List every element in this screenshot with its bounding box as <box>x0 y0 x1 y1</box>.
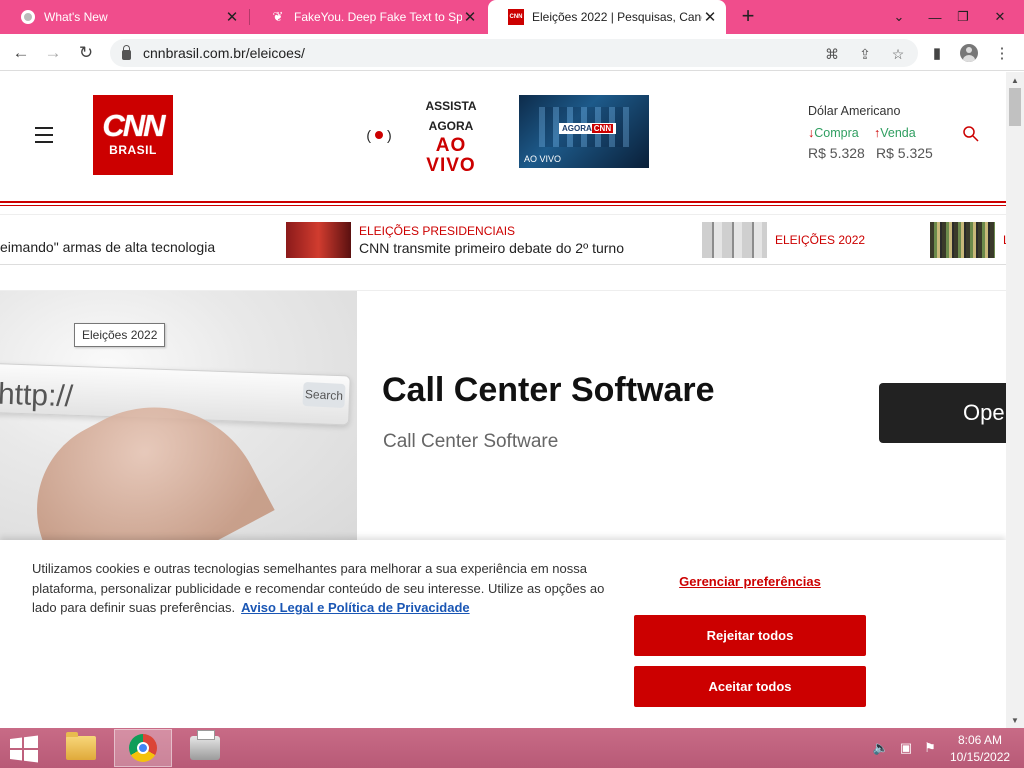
ticker-headline[interactable]: eimando" armas de alta tecnologia <box>0 239 215 255</box>
tooltip: Eleições 2022 <box>74 323 166 347</box>
windows-taskbar: 🔈 ▣ ⚑ 8:06 AM 10/15/2022 <box>0 728 1024 768</box>
bookmark-star-icon[interactable]: ☆ <box>888 44 908 64</box>
fakeyou-favicon-icon: ❦ <box>272 9 284 24</box>
live-line-4: VIVO <box>426 155 476 176</box>
logo-text: CNN <box>102 108 165 143</box>
close-tab-icon[interactable]: ✕ <box>224 9 240 26</box>
tab-eleicoes[interactable]: CNN Eleições 2022 | Pesquisas, Candidato… <box>488 0 726 34</box>
ad-image-text: http:// <box>0 377 74 414</box>
page-scrollbar[interactable]: ▲ ▼ <box>1006 72 1024 728</box>
folder-icon <box>66 732 96 760</box>
ticker-thumbnail[interactable] <box>930 222 995 258</box>
taskbar-fax[interactable] <box>176 729 234 767</box>
browser-tab-strip: What's New ✕ ❦ FakeYou. Deep Fake Text t… <box>0 0 1024 34</box>
clock-time[interactable]: 8:06 AM <box>950 733 1010 747</box>
header-divider <box>0 201 1006 203</box>
logo-subtext: BRASIL <box>109 143 157 157</box>
close-tab-icon[interactable]: ✕ <box>462 9 478 26</box>
live-line-1: ASSISTA <box>425 99 477 113</box>
taskbar-file-explorer[interactable] <box>52 729 110 767</box>
ticker-category[interactable]: ELEIÇÕES PRESIDENCIAIS <box>359 224 515 238</box>
sell-value: R$ 5.325 <box>876 145 933 161</box>
tab-whats-new[interactable]: What's New ✕ <box>0 0 248 34</box>
menu-kebab-icon[interactable]: ⋮ <box>989 40 1015 66</box>
lock-icon[interactable] <box>122 44 131 60</box>
clock-date[interactable]: 10/15/2022 <box>950 750 1010 764</box>
chrome-icon <box>129 734 157 762</box>
translate-icon[interactable]: ⌘ <box>822 44 842 64</box>
network-icon[interactable]: ▣ <box>898 740 914 755</box>
site-header: CNN BRASIL () ASSISTA AGORA AO VIVO AGOR… <box>0 72 1006 204</box>
windows-start-icon[interactable] <box>8 735 40 763</box>
ad-open-button[interactable]: Ope <box>879 383 1006 443</box>
fax-icon <box>190 730 220 760</box>
volume-muted-icon[interactable]: 🔈 <box>873 740 889 755</box>
ad-image[interactable]: http:// Search <box>0 291 357 541</box>
profile-avatar[interactable] <box>956 40 982 66</box>
ticker-thumbnail[interactable] <box>702 222 767 258</box>
ad-image-search-button: Search <box>302 381 346 409</box>
close-window-button[interactable]: ✕ <box>985 0 1015 34</box>
tab-title: FakeYou. Deep Fake Text to Speech <box>294 10 462 24</box>
live-video-thumbnail[interactable]: AGORA CNN AO VIVO <box>519 95 649 168</box>
browser-toolbar: ← → ↻ cnnbrasil.com.br/eleicoes/ ⌘ ⇪ ☆ ▮… <box>0 34 1024 71</box>
scroll-thumb[interactable] <box>1009 88 1021 126</box>
ticker-headline[interactable]: CNN transmite primeiro debate do 2º turn… <box>359 240 624 256</box>
cookie-text: Utilizamos cookies e outras tecnologias … <box>32 559 612 618</box>
cnn-favicon-icon: CNN <box>508 9 524 25</box>
action-center-flag-icon[interactable]: ⚑ <box>922 740 938 755</box>
taskbar-chrome[interactable] <box>114 729 172 767</box>
live-line-2: AGORA <box>428 119 474 133</box>
chrome-favicon-icon <box>20 9 36 25</box>
share-icon[interactable]: ⇪ <box>855 44 875 64</box>
forward-button[interactable]: → <box>40 40 66 66</box>
reject-all-button[interactable]: Rejeitar todos <box>634 615 866 656</box>
cookie-consent-banner: Utilizamos cookies e outras tecnologias … <box>0 540 1006 728</box>
reload-button[interactable]: ↻ <box>73 40 99 66</box>
accept-all-button[interactable]: Aceitar todos <box>634 666 866 707</box>
back-button[interactable]: ← <box>8 40 34 66</box>
ad-title[interactable]: Call Center Software <box>382 371 715 410</box>
watch-live-link[interactable]: ASSISTA AGORA AO VIVO <box>418 96 484 176</box>
live-thumb-label: AO VIVO <box>524 154 562 164</box>
privacy-policy-link[interactable]: Aviso Legal e Política de Privacidade <box>241 600 470 615</box>
ticker-thumbnail[interactable] <box>286 222 351 258</box>
minimize-button[interactable]: — <box>920 0 950 34</box>
currency-title: Dólar Americano <box>808 104 901 118</box>
url-text: cnnbrasil.com.br/eleicoes/ <box>143 45 305 61</box>
news-ticker: eimando" armas de alta tecnologia ELEIÇÕ… <box>0 214 1006 265</box>
buy-label: ↓Compra <box>808 126 859 140</box>
ticker-category[interactable]: ELEIÇÕES 2022 <box>775 233 865 247</box>
tab-search-chevron-icon[interactable]: ⌄ <box>884 0 914 34</box>
ad-subtitle[interactable]: Call Center Software <box>383 431 558 453</box>
tab-fakeyou[interactable]: ❦ FakeYou. Deep Fake Text to Speech ✕ <box>250 0 486 34</box>
sell-label: ↑Venda <box>874 126 916 140</box>
close-tab-icon[interactable]: ✕ <box>702 9 718 26</box>
scroll-up-arrow-icon[interactable]: ▲ <box>1006 72 1024 88</box>
restore-button[interactable]: ❐ <box>948 0 978 34</box>
buy-value: R$ 5.328 <box>808 145 865 161</box>
tab-title: Eleições 2022 | Pesquisas, Candidatos <box>532 10 702 24</box>
search-icon[interactable] <box>962 125 980 143</box>
live-thumb-badge: AGORA CNN <box>559 123 617 134</box>
header-divider <box>0 205 1006 206</box>
side-panel-icon[interactable]: ▮ <box>924 40 950 66</box>
scroll-down-arrow-icon[interactable]: ▼ <box>1006 712 1024 728</box>
tab-title: What's New <box>44 10 108 24</box>
hamburger-menu-icon[interactable] <box>35 127 53 143</box>
cnn-brasil-logo[interactable]: CNN BRASIL <box>93 95 173 175</box>
manage-preferences-link[interactable]: Gerenciar preferências <box>634 574 866 589</box>
address-bar[interactable]: cnnbrasil.com.br/eleicoes/ ⌘ ⇪ ☆ <box>110 39 918 67</box>
live-broadcast-icon[interactable]: () <box>360 122 398 148</box>
new-tab-button[interactable]: + <box>736 5 760 29</box>
live-line-3: AO <box>435 135 467 156</box>
